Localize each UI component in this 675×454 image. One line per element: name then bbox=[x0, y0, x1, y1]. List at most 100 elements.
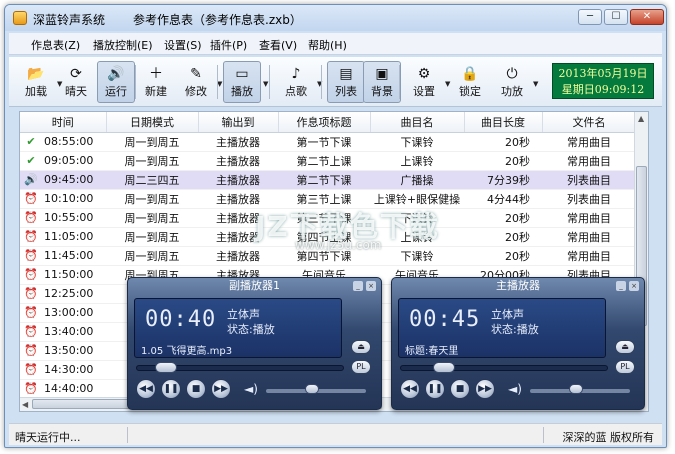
main-player-close-icon[interactable]: × bbox=[629, 281, 639, 291]
table-row[interactable]: ⏰ 10:55:00 周一到周五 主播放器 第三节下课 下课铃 20秒 常用曲目 bbox=[20, 208, 636, 228]
sub-player-progress-knob[interactable] bbox=[154, 362, 177, 373]
toolbar-button-4[interactable]: ✎ 修改 bbox=[177, 61, 215, 103]
main-player-pause-button[interactable]: ❚❚ bbox=[425, 379, 445, 399]
main-player-progress-track[interactable] bbox=[400, 365, 608, 371]
cell-title: 第二节下课 bbox=[278, 170, 370, 190]
main-player-minimize-icon[interactable]: _ bbox=[616, 281, 626, 291]
cell-file: 列表曲目 bbox=[542, 189, 636, 209]
menu-view[interactable]: 查看(V) bbox=[259, 37, 297, 53]
cell-mode: 周一到周五 bbox=[106, 151, 198, 171]
player-icon: ▭ bbox=[235, 66, 249, 82]
status-divider bbox=[543, 427, 544, 443]
sub-player-close-icon[interactable]: × bbox=[366, 281, 376, 291]
toolbar-button-2[interactable]: 🔊 运行 bbox=[97, 61, 135, 103]
menu-schedule[interactable]: 作息表(Z) bbox=[31, 37, 80, 53]
column-header-time[interactable]: 时间 bbox=[20, 112, 107, 133]
dropdown-arrow-icon[interactable]: ▼ bbox=[533, 80, 541, 88]
cell-file: 列表曲目 bbox=[542, 170, 636, 190]
sub-player-minimize-icon[interactable]: _ bbox=[353, 281, 363, 291]
column-header-output[interactable]: 输出到 bbox=[198, 112, 279, 133]
cell-mode: 周一到周五 bbox=[106, 189, 198, 209]
cell-len: 4分44秒 bbox=[464, 189, 542, 209]
time-value: 09:45:00 bbox=[44, 173, 94, 186]
table-row[interactable]: ✔ 09:05:00 周一到周五 主播放器 第二节上课 上课铃 20秒 常用曲目 bbox=[20, 151, 636, 171]
column-header-length[interactable]: 曲目长度 bbox=[464, 112, 543, 133]
column-header-date-mode[interactable]: 日期模式 bbox=[106, 112, 199, 133]
sub-player-next-button[interactable]: ▶▶ bbox=[211, 379, 231, 399]
main-player-stop-button[interactable]: ■ bbox=[450, 379, 470, 399]
app-bell-icon bbox=[13, 11, 27, 25]
cell-file: 常用曲目 bbox=[542, 208, 636, 228]
toolbar-button-label: 播放 bbox=[231, 85, 253, 98]
toolbar-button-9[interactable]: ⚙ 设置 bbox=[405, 61, 443, 103]
alarm-clock-icon: ⏰ bbox=[24, 230, 38, 243]
table-row[interactable]: ⏰ 10:10:00 周一到周五 主播放器 第三节上课 上课铃+眼保健操 4分44秒 列表曲目 bbox=[20, 189, 636, 209]
column-header-file[interactable]: 文件名 bbox=[542, 112, 637, 133]
sub-player-eject-button[interactable]: ⏏ bbox=[351, 340, 371, 354]
alarm-clock-icon: ⏰ bbox=[24, 382, 38, 395]
speaker-icon: 🔊 bbox=[107, 66, 125, 82]
toolbar-button-3[interactable]: ＋ 新建 bbox=[137, 61, 175, 103]
table-row[interactable]: ✔ 08:55:00 周一到周五 主播放器 第一节下课 下课铃 20秒 常用曲目 bbox=[20, 132, 636, 152]
minimize-button[interactable]: ─ bbox=[578, 9, 602, 25]
cell-out: 主播放器 bbox=[198, 189, 278, 209]
sun-refresh-icon: ⟳ bbox=[70, 66, 82, 82]
time-value: 11:50:00 bbox=[44, 268, 94, 281]
sub-player-track: 1.05 飞得更高.mp3 bbox=[141, 346, 233, 357]
main-player-eject-button[interactable]: ⏏ bbox=[615, 340, 635, 354]
menu-playback-control[interactable]: 播放控制(E) bbox=[93, 37, 153, 53]
sub-player-time: 00:40 bbox=[145, 307, 217, 332]
cell-len: 20秒 bbox=[464, 132, 542, 152]
scroll-left-icon[interactable]: ◀ bbox=[22, 400, 28, 409]
time-value: 09:05:00 bbox=[44, 154, 94, 167]
speaker-icon: 🔊 bbox=[24, 173, 38, 186]
main-player-progress-knob[interactable] bbox=[433, 362, 456, 373]
column-header-title[interactable]: 作息项标题 bbox=[278, 112, 371, 133]
main-player-window[interactable]: 主播放器 _ × 00:45 立体声 状态:播放 标题:春天里 ⏏ PL ◀◀ … bbox=[391, 277, 645, 410]
cell-time: ⏰ 14:30:00 bbox=[20, 360, 106, 380]
main-player-title: 主播放器 bbox=[496, 279, 540, 292]
sub-player-playlist-button[interactable]: PL bbox=[351, 360, 371, 374]
toolbar-button-6[interactable]: ♪ 点歌 bbox=[277, 61, 315, 103]
sub-player-window[interactable]: 副播放器1 _ × 00:40 立体声 状态:播放 1.05 飞得更高.mp3 … bbox=[127, 277, 382, 410]
alarm-clock-icon: ⏰ bbox=[24, 287, 38, 300]
toolbar-button-0[interactable]: 📂 加载 bbox=[17, 61, 55, 103]
toolbar-button-11[interactable]: ⏻ 功放 bbox=[493, 61, 531, 103]
toolbar-separator bbox=[399, 65, 400, 99]
main-player-volume-knob[interactable] bbox=[568, 384, 583, 394]
main-player-next-button[interactable]: ▶▶ bbox=[475, 379, 495, 399]
sub-player-stop-button[interactable]: ■ bbox=[186, 379, 206, 399]
main-player-prev-button[interactable]: ◀◀ bbox=[400, 379, 420, 399]
column-header-track[interactable]: 曲目名 bbox=[370, 112, 465, 133]
toolbar-button-5[interactable]: ▭ 播放 bbox=[223, 61, 261, 103]
scroll-up-icon[interactable]: ▲ bbox=[638, 114, 644, 123]
sub-player-prev-button[interactable]: ◀◀ bbox=[136, 379, 156, 399]
alarm-clock-icon: ⏰ bbox=[24, 211, 38, 224]
toolbar-separator bbox=[269, 65, 270, 99]
toolbar-button-label: 列表 bbox=[335, 85, 357, 98]
close-button[interactable]: ✕ bbox=[630, 9, 664, 25]
sub-player-volume-knob[interactable] bbox=[304, 384, 319, 394]
cell-len: 20秒 bbox=[464, 227, 542, 247]
sub-player-status: 状态:播放 bbox=[227, 323, 275, 336]
maximize-button[interactable]: ☐ bbox=[604, 9, 628, 25]
sub-player-volume-icon: ◄) bbox=[244, 382, 258, 396]
cell-track: 下课铃 bbox=[370, 246, 464, 266]
menu-bar: 作息表(Z) 播放控制(E) 设置(S) 插件(P) 查看(V) 帮助(H) bbox=[9, 33, 662, 55]
cell-len: 20秒 bbox=[464, 246, 542, 266]
document-title: 参考作息表（参考作息表.zxb） bbox=[133, 13, 302, 27]
menu-settings[interactable]: 设置(S) bbox=[164, 37, 202, 53]
menu-plugins[interactable]: 插件(P) bbox=[210, 37, 247, 53]
toolbar-button-10[interactable]: 🔒 锁定 bbox=[451, 61, 489, 103]
toolbar-button-8[interactable]: ▣ 背景 bbox=[363, 61, 401, 103]
toolbar-button-1[interactable]: ⟳ 晴天 bbox=[57, 61, 95, 103]
toolbar-button-label: 加载 bbox=[25, 85, 47, 98]
power-icon: ⏻ bbox=[506, 66, 518, 82]
cell-time: ⏰ 11:50:00 bbox=[20, 265, 106, 285]
sub-player-pause-button[interactable]: ❚❚ bbox=[161, 379, 181, 399]
table-row[interactable]: 🔊 09:45:00 周二三四五 主播放器 第二节下课 广播操 7分39秒 列表曲目 bbox=[20, 170, 636, 190]
menu-help[interactable]: 帮助(H) bbox=[308, 37, 347, 53]
toolbar-button-7[interactable]: ▤ 列表 bbox=[327, 61, 365, 103]
main-player-playlist-button[interactable]: PL bbox=[615, 360, 635, 374]
image-icon: ▣ bbox=[375, 66, 389, 82]
